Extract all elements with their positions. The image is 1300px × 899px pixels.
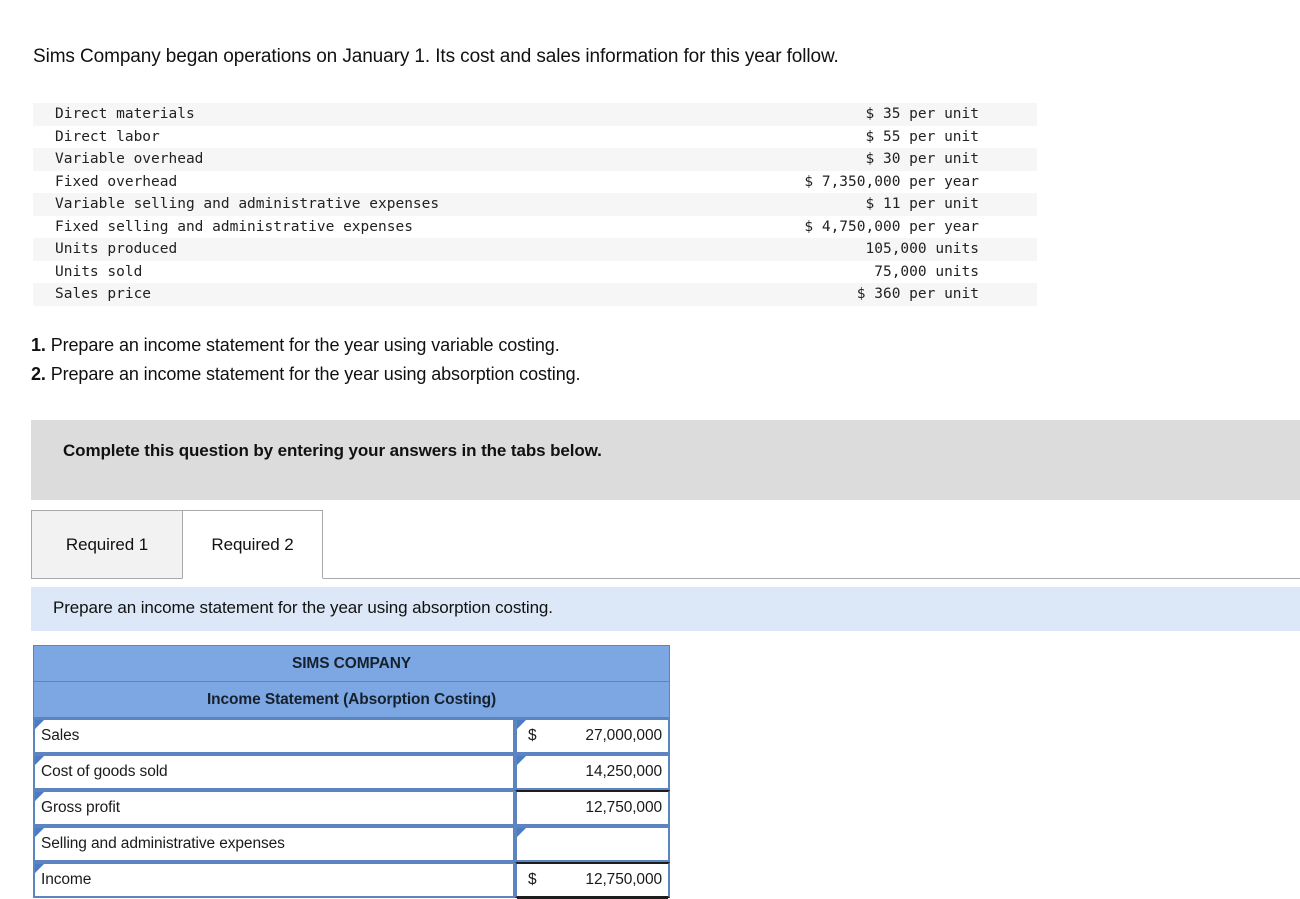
tab-required-1[interactable]: Required 1: [31, 510, 183, 579]
statement-company-header: SIMS COMPANY: [33, 645, 670, 681]
fact-value: 105,000 units: [865, 241, 980, 258]
statement-row-label: Gross profit: [41, 799, 120, 816]
statement-row-income: Income $ 12,750,000: [33, 862, 670, 898]
statement-label-cell[interactable]: Selling and administrative expenses: [33, 826, 515, 862]
statement-row-value: 27,000,000: [585, 727, 662, 744]
statement-label-cell[interactable]: Cost of goods sold: [33, 754, 515, 790]
answer-tabs: Required 1 Required 2: [31, 509, 1300, 579]
fact-label: Fixed selling and administrative expense…: [55, 218, 413, 235]
statement-value-cell[interactable]: 14,250,000: [515, 754, 670, 790]
statement-label-cell[interactable]: Sales: [33, 718, 515, 754]
instruction-banner: Complete this question by entering your …: [31, 420, 1300, 500]
requirement-item: 2. Prepare an income statement for the y…: [31, 360, 581, 389]
statement-row-label: Sales: [41, 727, 80, 744]
statement-row-value: 12,750,000: [585, 799, 662, 816]
fact-label: Direct labor: [55, 128, 160, 145]
statement-row-label: Selling and administrative expenses: [41, 835, 285, 852]
fact-value: $ 360 per unit: [856, 286, 979, 303]
requirement-number: 2.: [31, 364, 46, 384]
statement-title-header: Income Statement (Absorption Costing): [33, 681, 670, 718]
table-row: Direct labor $ 55 per unit: [33, 126, 1037, 149]
statement-row-value: 14,250,000: [585, 763, 662, 780]
fact-label: Direct materials: [55, 106, 195, 123]
table-row: Sales price $ 360 per unit: [33, 283, 1037, 306]
fact-label: Variable overhead: [55, 151, 204, 168]
income-statement-worksheet: SIMS COMPANY Income Statement (Absorptio…: [33, 645, 670, 898]
tab-required-1-label: Required 1: [65, 534, 149, 554]
fact-value: $ 55 per unit: [865, 128, 980, 145]
fact-label: Variable selling and administrative expe…: [55, 196, 440, 213]
fact-value: $ 11 per unit: [865, 196, 980, 213]
fact-value: $ 35 per unit: [865, 106, 980, 123]
table-row: Variable overhead $ 30 per unit: [33, 148, 1037, 171]
currency-symbol: $: [528, 727, 537, 744]
fact-value: 75,000 units: [874, 263, 979, 280]
statement-row-selling-and-admin-expenses: Selling and administrative expenses: [33, 826, 670, 862]
statement-value-cell[interactable]: [515, 826, 670, 862]
statement-value-cell[interactable]: 12,750,000: [515, 790, 670, 826]
tab-required-2-label: Required 2: [211, 534, 294, 554]
statement-row-sales: Sales $ 27,000,000: [33, 718, 670, 754]
statement-title: Income Statement (Absorption Costing): [206, 690, 497, 708]
table-row: Units produced 105,000 units: [33, 238, 1037, 261]
statement-value-cell[interactable]: $ 12,750,000: [515, 862, 670, 898]
fact-label: Sales price: [55, 286, 152, 303]
requirement-text: Prepare an income statement for the year…: [50, 335, 560, 355]
fact-label: Fixed overhead: [55, 173, 178, 190]
statement-row-value: 12,750,000: [585, 871, 662, 888]
fact-label: Units produced: [55, 241, 178, 258]
statement-company-name: SIMS COMPANY: [291, 654, 412, 672]
table-row: Direct materials $ 35 per unit: [33, 103, 1037, 126]
tab-prompt-bar: Prepare an income statement for the year…: [31, 587, 1300, 631]
requirement-item: 1. Prepare an income statement for the y…: [31, 331, 580, 360]
requirement-text: Prepare an income statement for the year…: [50, 364, 581, 384]
problem-intro-text: Sims Company began operations on January…: [33, 46, 839, 67]
tab-required-2[interactable]: Required 2: [182, 510, 323, 579]
fact-value: $ 7,350,000 per year: [804, 173, 979, 190]
statement-label-cell[interactable]: Gross profit: [33, 790, 515, 826]
statement-row-label: Cost of goods sold: [41, 763, 168, 780]
table-row: Variable selling and administrative expe…: [33, 193, 1037, 216]
table-row: Units sold 75,000 units: [33, 261, 1037, 284]
instruction-banner-text: Complete this question by entering your …: [63, 441, 602, 460]
tab-prompt-text: Prepare an income statement for the year…: [53, 598, 553, 617]
statement-row-label: Income: [41, 871, 92, 888]
table-row: Fixed overhead $ 7,350,000 per year: [33, 171, 1037, 194]
fact-value: $ 4,750,000 per year: [804, 218, 979, 235]
statement-row-gross-profit: Gross profit 12,750,000: [33, 790, 670, 826]
requirements-list: 1. Prepare an income statement for the y…: [31, 331, 581, 389]
cost-and-sales-facts-table: Direct materials $ 35 per unit Direct la…: [33, 103, 1037, 306]
currency-symbol: $: [528, 871, 537, 888]
requirement-number: 1.: [31, 335, 46, 355]
fact-value: $ 30 per unit: [865, 151, 980, 168]
fact-label: Units sold: [55, 263, 143, 280]
statement-value-cell[interactable]: $ 27,000,000: [515, 718, 670, 754]
table-row: Fixed selling and administrative expense…: [33, 216, 1037, 239]
statement-label-cell[interactable]: Income: [33, 862, 515, 898]
statement-row-cost-of-goods-sold: Cost of goods sold 14,250,000: [33, 754, 670, 790]
